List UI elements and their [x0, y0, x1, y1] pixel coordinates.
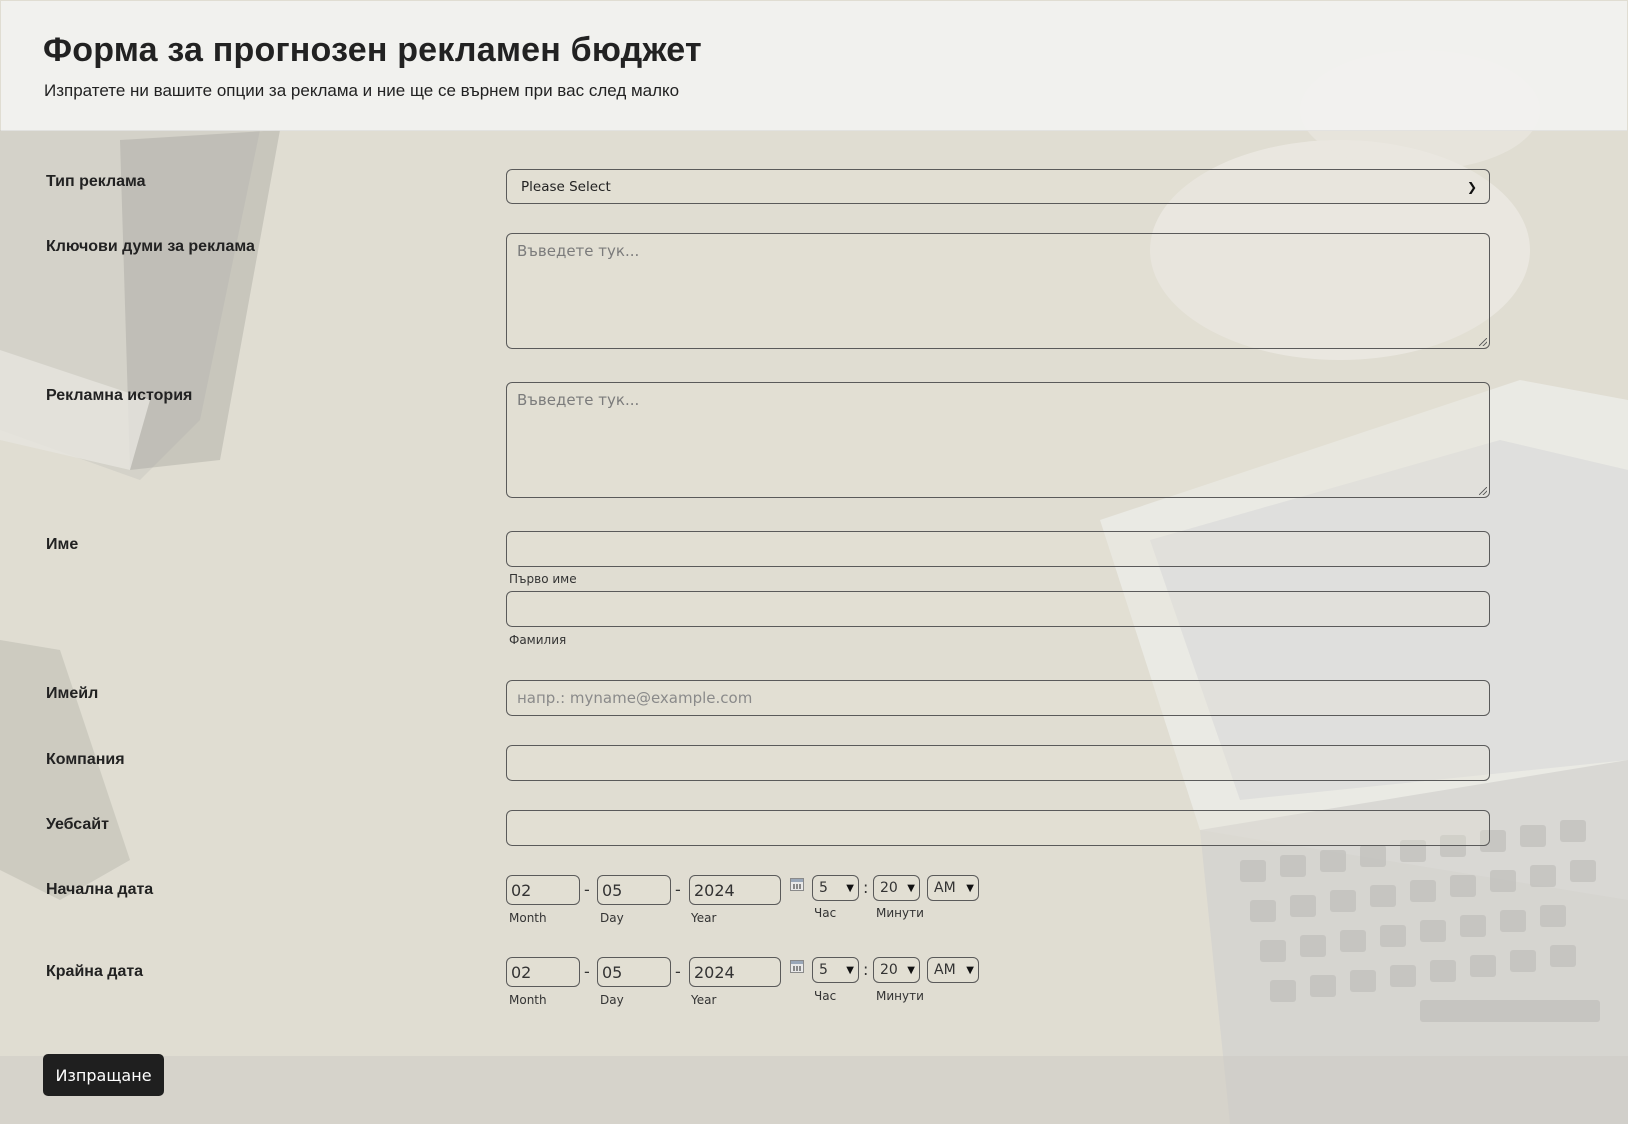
ad-type-label: Тип реклама — [46, 173, 146, 190]
calendar-icon[interactable] — [790, 960, 804, 973]
ad-type-value: Please Select — [521, 178, 611, 195]
website-label: Уебсайт — [46, 816, 109, 833]
calendar-icon[interactable] — [790, 878, 804, 891]
time-separator: : — [863, 960, 869, 979]
start-minute-sublabel: Минути — [876, 906, 924, 920]
email-input[interactable]: напр.: myname@example.com — [506, 680, 1490, 716]
start-year-input[interactable]: 2024 — [689, 875, 781, 905]
history-placeholder: Въведете тук... — [517, 391, 640, 409]
start-day-input[interactable]: 05 — [597, 875, 671, 905]
start-month-sublabel: Month — [509, 911, 547, 925]
first-name-sublabel: Първо име — [509, 572, 577, 586]
company-label: Компания — [46, 751, 125, 768]
end-date-label: Крайна дата — [46, 963, 144, 980]
chevron-down-icon: ▼ — [846, 882, 854, 894]
keywords-label: Ключови думи за реклама — [46, 238, 255, 255]
name-label: Име — [46, 536, 79, 553]
ad-type-select[interactable]: Please Select ❯ — [506, 169, 1490, 204]
start-ampm-select[interactable]: AM ▼ — [927, 875, 979, 901]
submit-button[interactable]: Изпращане — [43, 1054, 164, 1096]
end-hour-value: 5 — [819, 962, 828, 978]
form-footer — [0, 1056, 1628, 1124]
time-separator: : — [863, 878, 869, 897]
email-placeholder: напр.: myname@example.com — [517, 689, 753, 707]
website-input[interactable] — [506, 810, 1490, 846]
end-month-input[interactable]: 02 — [506, 957, 580, 987]
end-year-input[interactable]: 2024 — [689, 957, 781, 987]
chevron-down-icon: ▼ — [907, 964, 915, 976]
last-name-input[interactable] — [506, 591, 1490, 627]
end-day-input[interactable]: 05 — [597, 957, 671, 987]
start-minute-value: 20 — [880, 880, 898, 896]
start-day-sublabel: Day — [600, 911, 624, 925]
start-hour-value: 5 — [819, 880, 828, 896]
keywords-placeholder: Въведете тук... — [517, 242, 640, 260]
end-ampm-value: AM — [934, 962, 956, 978]
date-separator: - — [675, 962, 681, 981]
email-label: Имейл — [46, 685, 99, 702]
start-minute-select[interactable]: 20 ▼ — [873, 875, 920, 901]
resize-handle-icon[interactable] — [1479, 487, 1487, 495]
last-name-sublabel: Фамилия — [509, 633, 567, 647]
page-title: Форма за прогнозен рекламен бюджет — [43, 31, 702, 69]
form-header: Форма за прогнозен рекламен бюджет Изпра… — [1, 1, 1627, 131]
end-year-sublabel: Year — [691, 993, 717, 1007]
chevron-down-icon: ▼ — [846, 964, 854, 976]
date-separator: - — [675, 880, 681, 899]
history-textarea[interactable]: Въведете тук... — [506, 382, 1490, 498]
start-date-label: Начална дата — [46, 881, 154, 898]
chevron-down-icon: ▼ — [966, 964, 974, 976]
date-separator: - — [584, 880, 590, 899]
keywords-textarea[interactable]: Въведете тук... — [506, 233, 1490, 349]
end-hour-sublabel: Час — [814, 989, 837, 1003]
page-subtitle: Изпратете ни вашите опции за реклама и н… — [44, 81, 680, 100]
end-day-sublabel: Day — [600, 993, 624, 1007]
history-label: Рекламна история — [46, 387, 193, 404]
end-month-sublabel: Month — [509, 993, 547, 1007]
chevron-down-icon: ▼ — [907, 882, 915, 894]
date-separator: - — [584, 962, 590, 981]
end-hour-select[interactable]: 5 ▼ — [812, 957, 859, 983]
start-month-input[interactable]: 02 — [506, 875, 580, 905]
first-name-input[interactable] — [506, 531, 1490, 567]
company-input[interactable] — [506, 745, 1490, 781]
start-hour-sublabel: Час — [814, 906, 837, 920]
start-year-sublabel: Year — [691, 911, 717, 925]
start-ampm-value: AM — [934, 880, 956, 896]
end-ampm-select[interactable]: AM ▼ — [927, 957, 979, 983]
chevron-down-icon: ▼ — [966, 882, 974, 894]
start-hour-select[interactable]: 5 ▼ — [812, 875, 859, 901]
resize-handle-icon[interactable] — [1479, 338, 1487, 346]
end-minute-select[interactable]: 20 ▼ — [873, 957, 920, 983]
end-minute-value: 20 — [880, 962, 898, 978]
end-minute-sublabel: Минути — [876, 989, 924, 1003]
chevron-down-icon: ❯ — [1466, 179, 1477, 194]
